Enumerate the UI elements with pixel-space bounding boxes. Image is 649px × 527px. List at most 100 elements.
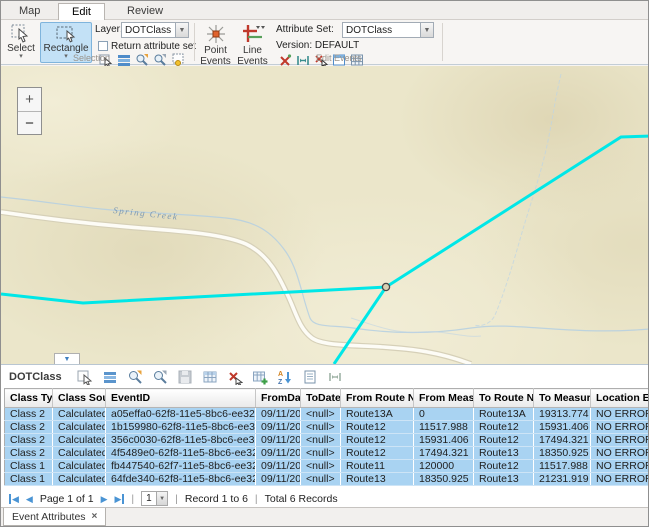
tab-edit[interactable]: Edit: [58, 3, 105, 21]
table-cell: Route13: [341, 473, 414, 486]
page-number-value: 1: [142, 493, 156, 504]
table-cell: NO ERROR: [591, 460, 649, 473]
table-row[interactable]: Class 1Calculated64fde340-62f8-11e5-8bc6…: [5, 473, 649, 486]
table-cell: Calculated: [53, 421, 106, 434]
tab-map[interactable]: Map: [6, 3, 53, 20]
record-report-icon[interactable]: [302, 369, 318, 385]
attribute-set-dropdown[interactable]: DOTClass ▼: [342, 22, 434, 38]
table-cell: <null>: [301, 460, 341, 473]
select-button[interactable]: Select ▾: [4, 22, 38, 63]
layer-dropdown-arrow-icon[interactable]: ▼: [175, 23, 188, 37]
tab-review[interactable]: Review: [114, 3, 176, 20]
table-cell: Class 1: [5, 473, 53, 486]
column-header-to-route-name[interactable]: To Route Name: [474, 389, 534, 408]
attribute-set-dropdown-arrow-icon[interactable]: ▼: [420, 23, 433, 37]
road-line: [1, 212, 471, 364]
rectangle-dropdown-caret-icon[interactable]: ▾: [64, 54, 68, 60]
route-event-line-northeast[interactable]: [386, 136, 648, 287]
selection-list-icon[interactable]: [117, 53, 131, 67]
attribute-set-dropdown-value: DOTClass: [343, 25, 420, 36]
delete-event-icon[interactable]: [278, 53, 292, 67]
return-attribute-set-checkbox[interactable]: [98, 41, 108, 51]
save-edits-icon[interactable]: [177, 369, 193, 385]
pan-to-selection-icon[interactable]: [153, 53, 167, 67]
tab-event-attributes[interactable]: Event Attributes ×: [3, 508, 106, 526]
point-events-icon: [204, 23, 228, 45]
table-cell: 09/11/2015: [256, 473, 301, 486]
table-cell: Route12: [341, 421, 414, 434]
add-record-icon[interactable]: [252, 369, 268, 385]
select-records-icon[interactable]: [77, 369, 93, 385]
table-cell: Class 1: [5, 460, 53, 473]
page-number-dropdown-arrow-icon[interactable]: ▼: [156, 492, 167, 505]
layer-dropdown[interactable]: DOTClass ▼: [121, 22, 189, 38]
line-events-button[interactable]: LineEvents: [235, 22, 270, 63]
table-cell: 09/11/2015: [256, 434, 301, 447]
point-events-button[interactable]: PointEvents: [198, 22, 233, 63]
split-event-icon[interactable]: [296, 53, 310, 67]
delete-record-icon[interactable]: [227, 369, 243, 385]
clear-selection-icon[interactable]: [171, 53, 185, 67]
table-row[interactable]: Class 2Calculated356c0030-62f8-11e5-8bc6…: [5, 434, 649, 447]
column-header-class-source[interactable]: Class Source: [53, 389, 106, 408]
last-page-button[interactable]: ▶: [114, 494, 124, 504]
column-header-class-type[interactable]: Class Type: [5, 389, 53, 408]
bottom-tab-bar: Event Attributes ×: [1, 507, 648, 526]
table-cell: Calculated: [53, 447, 106, 460]
page-number-dropdown[interactable]: 1 ▼: [141, 491, 168, 506]
panel-layer-title: DOTClass: [9, 371, 62, 383]
column-header-location-error[interactable]: Location Error: [591, 389, 649, 408]
route-event-line-west[interactable]: [1, 287, 386, 303]
column-header-from-route-name[interactable]: From Route Name: [341, 389, 414, 408]
panel-collapse-tab[interactable]: ▼: [54, 353, 80, 364]
line-events-label: LineEvents: [237, 45, 268, 67]
measure-record-icon[interactable]: [327, 369, 343, 385]
map-canvas[interactable]: Spring Creek + − ▼: [1, 66, 648, 364]
records-list-icon[interactable]: [102, 369, 118, 385]
zoom-in-button[interactable]: +: [18, 88, 41, 111]
zoom-to-selection-icon[interactable]: [135, 53, 149, 67]
table-cell: 09/11/2015: [256, 408, 301, 421]
table-cell: 18350.925: [534, 447, 591, 460]
table-cell: Class 2: [5, 408, 53, 421]
column-header-to-measure[interactable]: To Measure: [534, 389, 591, 408]
next-page-button[interactable]: ▶: [101, 494, 108, 504]
table-row[interactable]: Class 2Calculated4f5489e0-62f8-11e5-8bc6…: [5, 447, 649, 460]
column-header-todate[interactable]: ToDate: [301, 389, 341, 408]
route-junction-marker[interactable]: [382, 283, 389, 290]
table-cell: Route12: [474, 460, 534, 473]
column-header-fromdate[interactable]: FromDate: [256, 389, 301, 408]
close-tab-icon[interactable]: ×: [92, 511, 98, 522]
zoom-out-button[interactable]: −: [18, 111, 41, 134]
table-cell: 1b159980-62f8-11e5-8bc6-ee32641d5ec9: [106, 421, 256, 434]
zoom-to-record-icon[interactable]: [127, 369, 143, 385]
route-event-line-south[interactable]: [334, 287, 386, 364]
event-attributes-tab-label: Event Attributes: [12, 511, 86, 523]
column-header-from-measure[interactable]: From Measure: [414, 389, 474, 408]
previous-page-button[interactable]: ◀: [26, 494, 33, 504]
total-records-label: Total 6 Records: [265, 493, 338, 505]
sort-records-icon[interactable]: AZ: [277, 369, 293, 385]
table-row[interactable]: Class 1Calculatedfb447540-62f7-11e5-8bc6…: [5, 460, 649, 473]
table-cell: a05effa0-62f8-11e5-8bc6-ee32641d5ec9: [106, 408, 256, 421]
collapse-arrow-icon: ▼: [64, 356, 71, 363]
table-cell: NO ERROR: [591, 447, 649, 460]
ribbon-body: Select ▾ Rectangle ▾ Layer: DOTClass ▼ R…: [1, 20, 648, 65]
table-row[interactable]: Class 2Calculateda05effa0-62f8-11e5-8bc6…: [5, 408, 649, 421]
edit-events-group-label: Edit Events: [316, 53, 362, 63]
attribute-panel-toolbar: DOTClass AZ: [1, 365, 648, 388]
ribbon: Map Edit Review Select ▾ Rectangle ▾ Lay…: [1, 1, 648, 66]
select-dropdown-caret-icon[interactable]: ▾: [19, 54, 23, 60]
attribute-table-icon[interactable]: [202, 369, 218, 385]
record-range-label: Record 1 to 6: [185, 493, 248, 505]
creek-label: Spring Creek: [113, 205, 179, 222]
table-row[interactable]: Class 2Calculated1b159980-62f8-11e5-8bc6…: [5, 421, 649, 434]
column-header-eventid[interactable]: EventID: [106, 389, 256, 408]
first-page-button[interactable]: ◀: [9, 494, 19, 504]
attribute-set-label: Attribute Set:: [276, 24, 334, 35]
group-separator: [442, 23, 443, 61]
table-cell: NO ERROR: [591, 408, 649, 421]
ribbon-tabbar: Map Edit Review: [1, 1, 648, 20]
creek-line-3: [351, 318, 481, 336]
pan-to-record-icon[interactable]: [152, 369, 168, 385]
